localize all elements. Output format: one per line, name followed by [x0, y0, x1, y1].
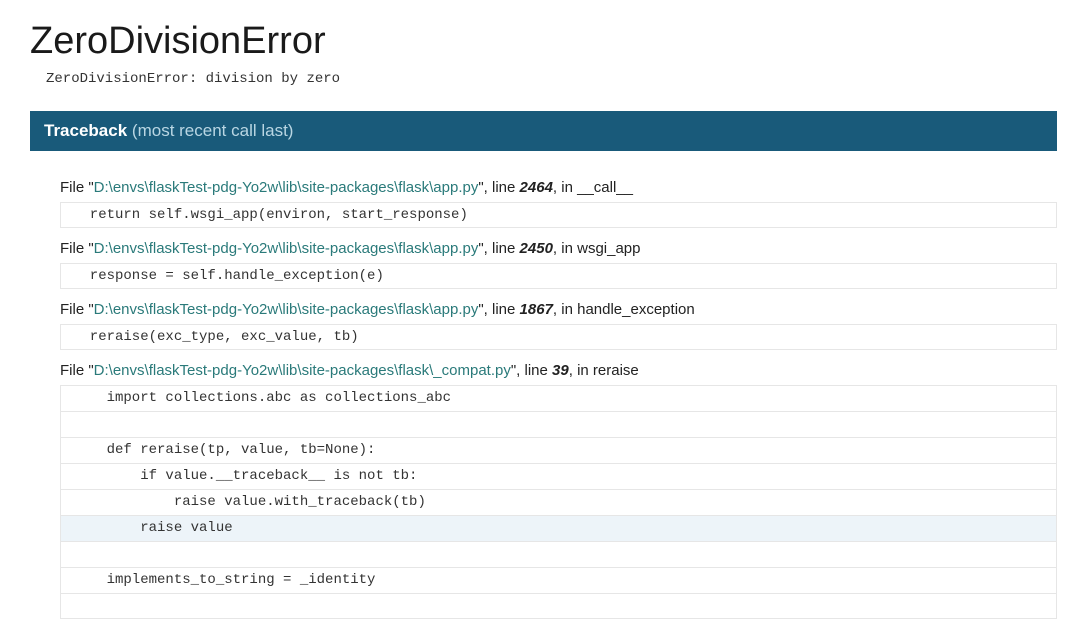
code-block: return self.wsgi_app(environ, start_resp…	[60, 202, 1057, 228]
path-segment[interactable]: \envs	[109, 179, 145, 196]
line-label: ", line	[478, 240, 519, 257]
code-line[interactable]: import collections.abc as collections_ab…	[60, 385, 1057, 411]
code-line[interactable]	[60, 541, 1057, 567]
path-segment[interactable]: \flask	[394, 179, 429, 196]
path-segment[interactable]: \site-packages	[297, 240, 394, 257]
frame-lineno: 2464	[520, 179, 553, 196]
path-segment[interactable]: \lib	[278, 240, 297, 257]
traceback-frames: File "D:\envs\flaskTest-pdg-Yo2w\lib\sit…	[30, 151, 1057, 619]
error-page: ZeroDivisionError ZeroDivisionError: div…	[0, 0, 1087, 619]
code-line[interactable]: def reraise(tp, value, tb=None):	[60, 437, 1057, 463]
traceback-header: Traceback (most recent call last)	[30, 111, 1057, 151]
frame-funcname: __call__	[577, 179, 633, 196]
path-segment[interactable]: \envs	[109, 362, 145, 379]
file-prefix: File "	[60, 362, 94, 379]
code-line[interactable]	[60, 411, 1057, 437]
frame-lineno: 1867	[520, 301, 553, 318]
code-line[interactable]: if value.__traceback__ is not tb:	[60, 463, 1057, 489]
path-segment[interactable]: \app.py	[429, 179, 478, 196]
path-segment[interactable]: \flaskTest-pdg-Yo2w	[145, 240, 279, 257]
traceback-frame[interactable]: File "D:\envs\flaskTest-pdg-Yo2w\lib\sit…	[60, 236, 1057, 289]
code-block: response = self.handle_exception(e)	[60, 263, 1057, 289]
path-segment[interactable]: D:	[94, 179, 109, 196]
frame-funcname: reraise	[593, 362, 639, 379]
line-label: ", line	[478, 301, 519, 318]
path-segment[interactable]: D:	[94, 362, 109, 379]
traceback-label: Traceback	[44, 121, 127, 140]
path-segment[interactable]: \envs	[109, 240, 145, 257]
path-segment[interactable]: \site-packages	[297, 301, 394, 318]
in-label: , in	[553, 301, 577, 318]
in-label: , in	[553, 179, 577, 196]
in-label: , in	[553, 240, 577, 257]
path-segment[interactable]: \lib	[278, 362, 297, 379]
path-segment[interactable]: \site-packages	[297, 179, 394, 196]
code-line[interactable]: reraise(exc_type, exc_value, tb)	[60, 324, 1057, 350]
path-segment[interactable]: \lib	[278, 179, 297, 196]
in-label: , in	[569, 362, 593, 379]
file-prefix: File "	[60, 301, 94, 318]
frame-path: D:\envs\flaskTest-pdg-Yo2w\lib\site-pack…	[94, 301, 479, 318]
path-segment[interactable]: \envs	[109, 301, 145, 318]
path-segment[interactable]: \site-packages	[297, 362, 394, 379]
code-block: reraise(exc_type, exc_value, tb)	[60, 324, 1057, 350]
path-segment[interactable]: \flaskTest-pdg-Yo2w	[145, 362, 279, 379]
traceback-frame[interactable]: File "D:\envs\flaskTest-pdg-Yo2w\lib\sit…	[60, 297, 1057, 350]
path-segment[interactable]: \app.py	[429, 240, 478, 257]
path-segment[interactable]: \flask	[394, 240, 429, 257]
code-block: import collections.abc as collections_ab…	[60, 385, 1057, 619]
path-segment[interactable]: \lib	[278, 301, 297, 318]
frame-head: File "D:\envs\flaskTest-pdg-Yo2w\lib\sit…	[60, 175, 1057, 202]
path-segment[interactable]: \app.py	[429, 301, 478, 318]
file-prefix: File "	[60, 179, 94, 196]
frame-path: D:\envs\flaskTest-pdg-Yo2w\lib\site-pack…	[94, 362, 511, 379]
path-segment[interactable]: \flask	[394, 301, 429, 318]
code-line[interactable]	[60, 593, 1057, 619]
path-segment[interactable]: \flask	[394, 362, 429, 379]
frame-funcname: wsgi_app	[577, 240, 640, 257]
code-line[interactable]: response = self.handle_exception(e)	[60, 263, 1057, 289]
frame-path: D:\envs\flaskTest-pdg-Yo2w\lib\site-pack…	[94, 179, 479, 196]
traceback-frame[interactable]: File "D:\envs\flaskTest-pdg-Yo2w\lib\sit…	[60, 358, 1057, 619]
error-summary: ZeroDivisionError: division by zero	[30, 71, 1057, 87]
code-line[interactable]: return self.wsgi_app(environ, start_resp…	[60, 202, 1057, 228]
error-title: ZeroDivisionError	[30, 20, 1057, 63]
frame-head: File "D:\envs\flaskTest-pdg-Yo2w\lib\sit…	[60, 358, 1057, 385]
traceback-sublabel: (most recent call last)	[132, 121, 294, 140]
code-line[interactable]: implements_to_string = _identity	[60, 567, 1057, 593]
line-label: ", line	[478, 179, 519, 196]
frame-path: D:\envs\flaskTest-pdg-Yo2w\lib\site-pack…	[94, 240, 479, 257]
traceback-frame[interactable]: File "D:\envs\flaskTest-pdg-Yo2w\lib\sit…	[60, 175, 1057, 228]
path-segment[interactable]: \flaskTest-pdg-Yo2w	[145, 301, 279, 318]
path-segment[interactable]: \flaskTest-pdg-Yo2w	[145, 179, 279, 196]
code-line[interactable]: raise value	[60, 515, 1057, 541]
path-segment[interactable]: D:	[94, 301, 109, 318]
file-prefix: File "	[60, 240, 94, 257]
frame-head: File "D:\envs\flaskTest-pdg-Yo2w\lib\sit…	[60, 236, 1057, 263]
line-label: ", line	[511, 362, 552, 379]
frame-funcname: handle_exception	[577, 301, 695, 318]
frame-head: File "D:\envs\flaskTest-pdg-Yo2w\lib\sit…	[60, 297, 1057, 324]
code-line[interactable]: raise value.with_traceback(tb)	[60, 489, 1057, 515]
frame-lineno: 39	[552, 362, 569, 379]
frame-lineno: 2450	[520, 240, 553, 257]
path-segment[interactable]: \_compat.py	[429, 362, 511, 379]
path-segment[interactable]: D:	[94, 240, 109, 257]
